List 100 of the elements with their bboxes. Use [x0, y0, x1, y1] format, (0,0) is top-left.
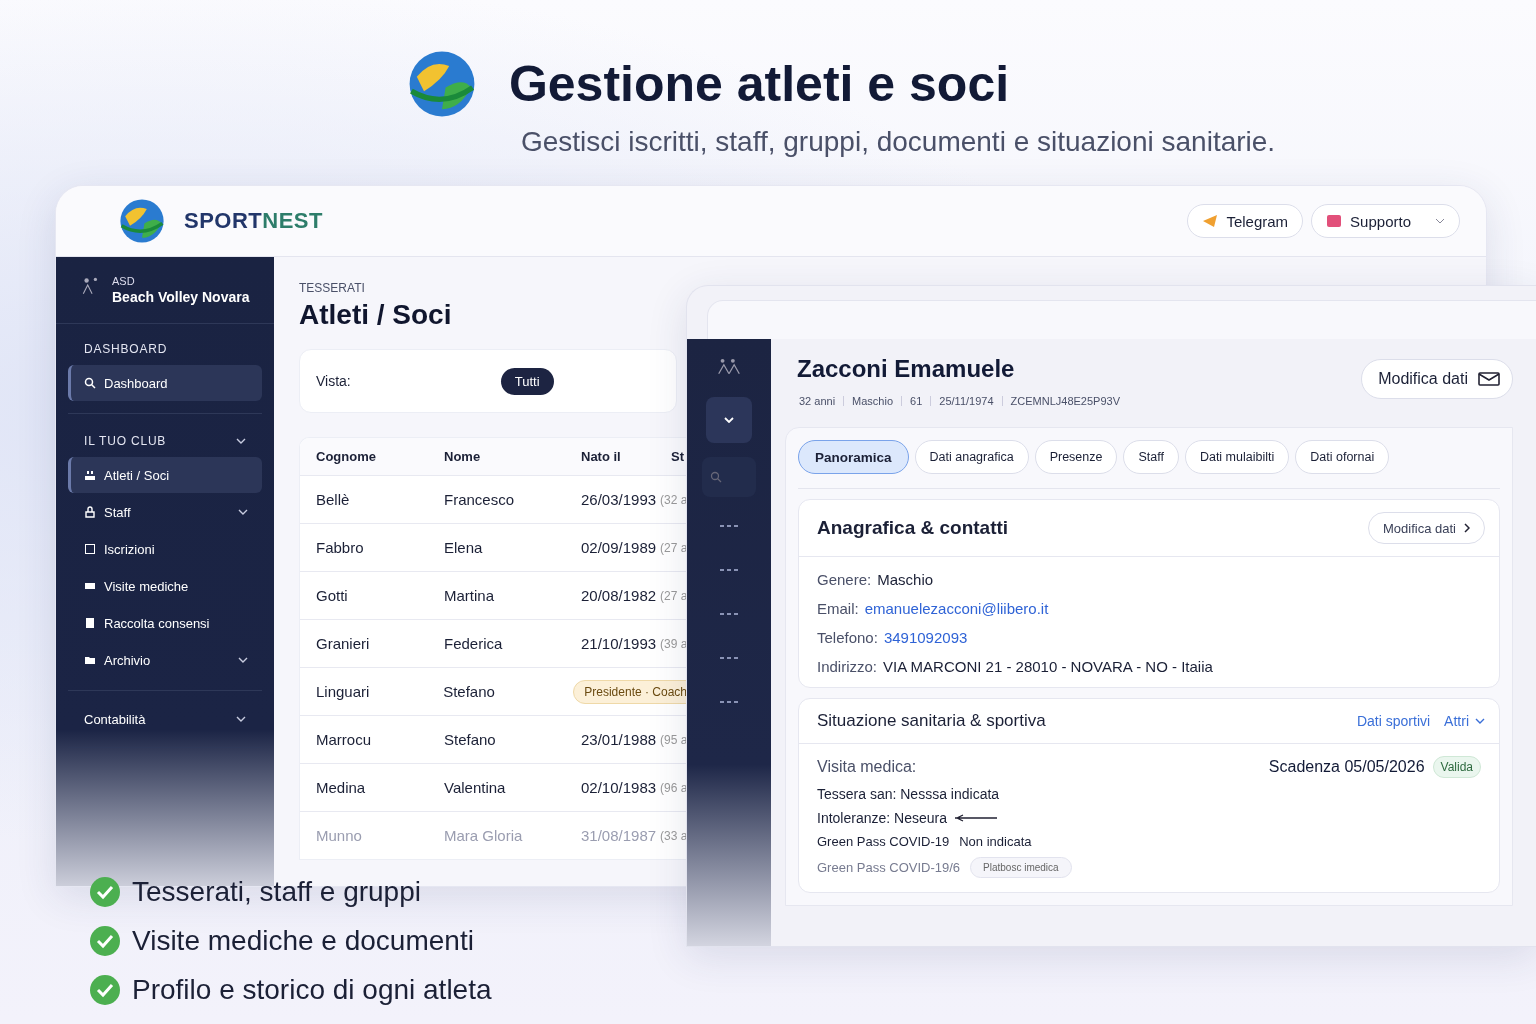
table-cell: 02/10/1983: [581, 779, 657, 796]
table-cell: 21/10/1993: [581, 635, 657, 652]
table-cell-text: Valentina: [444, 779, 507, 796]
table-cell: 02/09/1989: [581, 539, 657, 556]
sidebar-item[interactable]: Staff: [68, 494, 262, 530]
table-cell-text: Medina: [316, 779, 367, 796]
column-header: Nato il: [581, 449, 622, 464]
table-cell: 23/01/1988: [581, 731, 657, 748]
feature-text: Tesserati, staff e gruppi: [132, 876, 421, 908]
chevron-down-icon: [1475, 718, 1485, 724]
support-icon: [1326, 213, 1343, 229]
table-cell-text: Elena: [444, 539, 484, 556]
health-value: Non indicata: [959, 834, 1032, 849]
tab[interactable]: Dati anagrafica: [914, 440, 1029, 474]
tab[interactable]: Presenze: [1034, 440, 1118, 474]
edit-button[interactable]: Modifica dati: [1361, 359, 1513, 399]
section-label: TESSERATI: [299, 281, 365, 295]
tab[interactable]: Panoramica: [798, 440, 909, 474]
field-label: Indirizzo:: [817, 658, 878, 675]
feature-text: Visite mediche e documenti: [132, 925, 474, 957]
table-cell-text: Marrocu: [316, 731, 372, 748]
table-cell-text: Gotti: [316, 587, 349, 604]
feature-text: Profilo e storico di ogni atleta: [132, 974, 492, 1006]
telegram-button[interactable]: Telegram: [1187, 204, 1304, 238]
page-subtitle: Gestisci iscritti, staff, gruppi, documenti e situazioni sanitarie.: [520, 126, 1276, 158]
sidebar-item[interactable]: Dashboard: [68, 365, 262, 401]
sidebar-heading: DASHBOARD: [84, 342, 168, 356]
meta-text: 32 anni: [799, 395, 836, 407]
club-name: Beach Volley Novara: [112, 289, 250, 305]
sidebar-item[interactable]: Raccolta consensi: [68, 605, 262, 641]
tab[interactable]: Dati mulaibilti: [1184, 440, 1290, 474]
sidebar-item[interactable]: Archivio: [68, 642, 262, 678]
filter-label: Vista:: [316, 373, 351, 389]
menu-dash-icon[interactable]: [719, 524, 739, 528]
check-circle-icon: [90, 975, 120, 1005]
arrow-icon: [952, 814, 999, 822]
chevron-down-icon: [238, 509, 248, 515]
menu-dash-icon[interactable]: [719, 612, 739, 616]
field-value: VIA MARCONI 21 - 28010 - NOVARA - NO - Itaiia: [883, 658, 1213, 675]
role-badge: Presidente · Coach: [573, 679, 688, 704]
health-text: Intoleranze: Neseura: [817, 810, 947, 826]
table-cell-text: Martina: [444, 587, 496, 604]
menu-dash-icon[interactable]: [719, 568, 739, 572]
health-text: Green Pass COVID-19: [817, 834, 950, 849]
tab[interactable]: Dati ofornai: [1295, 440, 1390, 474]
tab[interactable]: Staff: [1123, 440, 1179, 474]
menu-dash-icon[interactable]: [719, 656, 739, 660]
chevron-down-icon: [238, 657, 248, 663]
page-title: Gestione atleti e soci: [508, 55, 1010, 113]
volleyball-players-icon: [716, 357, 742, 375]
expiry-date: Scadenza 05/05/2026: [1268, 758, 1425, 776]
column-header: St: [671, 449, 684, 464]
sidebar-item[interactable]: Iscrizioni: [68, 531, 262, 567]
club-prefix: ASD: [112, 275, 136, 287]
menu-item-icon: [84, 617, 96, 629]
field-link[interactable]: 3491092093: [883, 629, 968, 646]
menu-dash-icon[interactable]: [719, 700, 739, 704]
support-button[interactable]: Supporto: [1311, 204, 1460, 238]
table-cell: 26/03/1993: [581, 491, 657, 508]
health-text: Tessera san: Nesssa indicata: [817, 786, 1000, 802]
table-cell-text: Fabbro: [316, 539, 365, 556]
menu-item-icon: [84, 506, 96, 518]
caret-icon: [1435, 218, 1445, 224]
brand-name: SPORTNEST: [184, 208, 323, 234]
field-label: Telefono:: [817, 629, 878, 646]
sidebar-heading: IL TUO CLUB: [84, 434, 167, 448]
chevron-right-icon: [1464, 523, 1470, 533]
menu-item-icon: [84, 377, 96, 389]
field-link[interactable]: emanuelezacconi@liibero.it: [864, 600, 1049, 617]
meta-text: 25/11/1974: [939, 395, 994, 407]
meta-text: ZCEMNLJ48E25P93V: [1010, 395, 1120, 407]
envelope-icon: [1478, 371, 1500, 387]
column-header: Nome: [444, 449, 482, 464]
edit-button[interactable]: Modifica dati: [1368, 512, 1485, 544]
table-cell: 20/08/1982: [581, 587, 657, 604]
table-cell-text: Federica: [444, 635, 504, 652]
filter-chip[interactable]: Tutti: [500, 367, 554, 395]
section-title: Atleti / Soci: [299, 299, 452, 331]
table-cell-text: Linguari: [316, 683, 371, 700]
search-icon[interactable]: [710, 471, 722, 483]
card-link[interactable]: Dati sportivi: [1356, 713, 1431, 729]
menu-item-icon: [84, 580, 96, 592]
table-cell-text: Francesco: [444, 491, 516, 508]
chevron-down-icon: [236, 438, 246, 444]
health-text: Green Pass COVID-19/6: [817, 860, 961, 875]
menu-item-icon: [84, 654, 96, 666]
table-cell-text: Stefano: [443, 683, 496, 700]
sidebar-item[interactable]: Atleti / Soci: [68, 457, 262, 493]
card-title: Anagrafica & contatti: [817, 517, 1009, 539]
meta-text: Maschio: [852, 395, 894, 407]
field-label: Email:: [817, 600, 859, 617]
paper-plane-icon: [1202, 213, 1219, 229]
meta-text: 61: [910, 395, 923, 407]
sidebar-item[interactable]: Visite mediche: [68, 568, 262, 604]
card-link[interactable]: Attri: [1444, 713, 1469, 729]
sidebar-group[interactable]: Contabilità: [68, 690, 262, 748]
table-cell-text: Munno: [316, 827, 363, 844]
card-title: Situazione sanitaria & sportiva: [817, 711, 1046, 731]
menu-item-icon: [84, 543, 96, 555]
table-cell-text: Bellè: [316, 491, 351, 508]
